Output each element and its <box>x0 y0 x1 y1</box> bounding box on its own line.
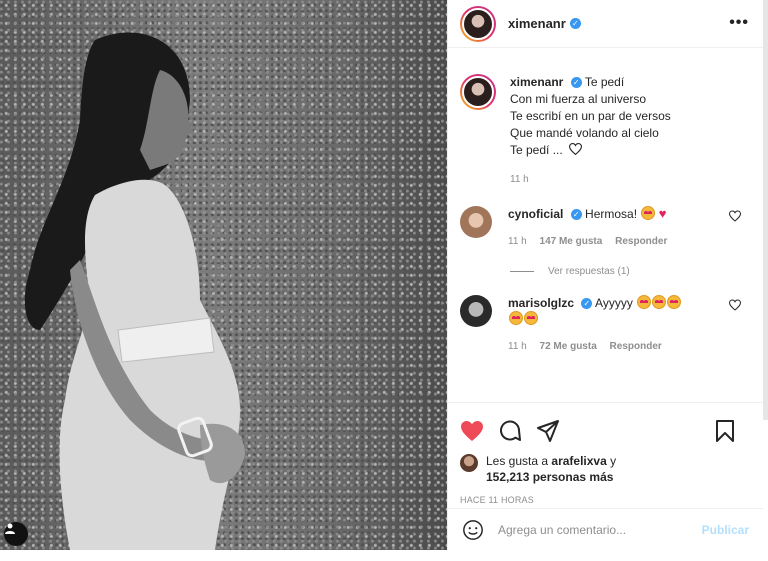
heart-outline-icon <box>569 143 583 156</box>
likes-suffix: y <box>610 454 617 468</box>
post-photo[interactable] <box>0 0 447 550</box>
caption-line: Con mi fuerza al universo <box>510 92 647 106</box>
caption-time[interactable]: 11 h <box>510 171 671 188</box>
comment-time[interactable]: 11 h <box>508 341 527 352</box>
heart-eyes-emoji-icon <box>652 295 667 309</box>
more-options-icon[interactable]: ••• <box>729 14 749 32</box>
caption-line: Te pedí ... <box>510 143 563 157</box>
comment-likes[interactable]: 147 Me gusta <box>540 236 603 247</box>
post-header: ximenanr ✓ ••• <box>448 0 763 48</box>
tagged-user-icon[interactable] <box>4 522 28 546</box>
emoji-icon[interactable] <box>462 519 484 541</box>
bookmark-icon[interactable] <box>715 419 735 443</box>
caption: ximenanr ✓ Te pedí Con mi fuerza al univ… <box>460 58 747 188</box>
heart-eyes-emoji-icon <box>667 295 682 309</box>
comment-text: Ayyyyy <box>595 296 633 310</box>
comment-text: Hermosa! <box>585 207 638 221</box>
commenter-avatar[interactable] <box>460 295 492 327</box>
verified-badge-icon: ✓ <box>570 209 582 221</box>
likes-prefix: Les gusta a <box>486 454 549 468</box>
like-comment-icon[interactable] <box>729 299 741 311</box>
comment-item: marisolglzc ✓ Ayyyyy 11 h 72 Me gusta Re… <box>460 295 747 355</box>
caption-username[interactable]: ximenanr <box>510 75 563 89</box>
verified-badge-icon: ✓ <box>569 18 581 29</box>
author-avatar[interactable] <box>460 5 496 42</box>
view-replies-label: Ver respuestas (1) <box>548 266 630 277</box>
likes-summary[interactable]: Les gusta a arafelixva y 152,213 persona… <box>460 453 751 485</box>
reply-button[interactable]: Responder <box>615 236 667 247</box>
window-edge <box>763 0 768 420</box>
comment-time[interactable]: 11 h <box>508 236 527 247</box>
like-comment-icon[interactable] <box>729 210 741 222</box>
caption-line: Te pedí <box>584 75 625 89</box>
verified-badge-icon: ✓ <box>581 298 593 310</box>
caption-line: Te escribí en un par de versos <box>510 109 671 123</box>
liker-username[interactable]: arafelixva <box>551 454 606 468</box>
post-side-panel: ximenanr ✓ ••• ximenanr ✓ Te pedí Con mi… <box>447 0 763 550</box>
comment-icon[interactable] <box>498 419 522 443</box>
comments-list[interactable]: ximenanr ✓ Te pedí Con mi fuerza al univ… <box>448 58 763 402</box>
caption-line: Que mandé volando al cielo <box>510 126 659 140</box>
pregnant-woman-silhouette <box>24 32 245 550</box>
liker-avatar[interactable] <box>460 454 478 472</box>
comment-username[interactable]: cynoficial <box>508 207 563 221</box>
liked-heart-icon[interactable] <box>460 420 484 442</box>
reply-button[interactable]: Responder <box>610 341 662 352</box>
likes-count[interactable]: 152,213 personas más <box>486 470 613 484</box>
heart-eyes-emoji-icon <box>641 206 656 220</box>
caption-avatar[interactable] <box>460 74 496 110</box>
heart-eyes-emoji-icon <box>637 295 652 309</box>
comment-likes[interactable]: 72 Me gusta <box>540 341 597 352</box>
comment-item: cynoficial ✓ Hermosa! ♥ 11 h 147 Me gust… <box>460 206 747 250</box>
post-age[interactable]: HACE 11 HORAS <box>460 495 751 505</box>
comment-input[interactable]: Agrega un comentario... <box>498 523 702 537</box>
comment-username[interactable]: marisolglzc <box>508 296 574 310</box>
view-replies-button[interactable]: Ver respuestas (1) <box>510 266 747 277</box>
commenter-avatar[interactable] <box>460 206 492 238</box>
publish-button[interactable]: Publicar <box>702 523 749 537</box>
heart-eyes-emoji-icon <box>524 311 538 325</box>
share-icon[interactable] <box>536 419 560 443</box>
verified-badge-icon: ✓ <box>570 77 582 89</box>
red-heart-emoji-icon: ♥ <box>658 206 667 221</box>
heart-eyes-emoji-icon <box>509 311 523 325</box>
add-comment-bar: Agrega un comentario... Publicar <box>448 508 763 550</box>
post-actions: Les gusta a arafelixva y 152,213 persona… <box>448 402 763 505</box>
author-username[interactable]: ximenanr <box>508 16 566 31</box>
